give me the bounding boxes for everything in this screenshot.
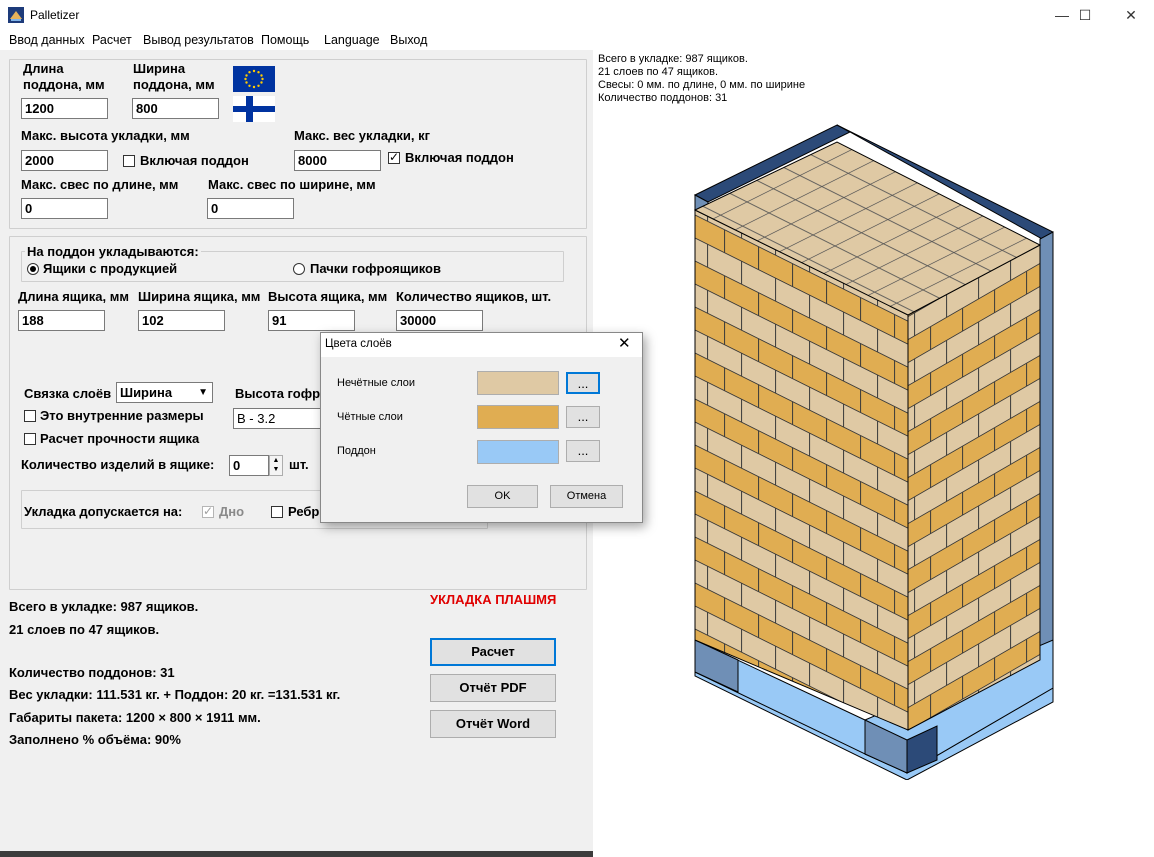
odd-color-swatch: [477, 371, 559, 395]
box-height-label: Высота ящика, мм: [268, 289, 388, 304]
menu-output[interactable]: Вывод результатов: [143, 33, 254, 47]
pallet-3d-preview: [693, 124, 1054, 780]
radio-packs[interactable]: [293, 263, 305, 275]
incl-pallet-height-label: Включая поддон: [140, 153, 249, 168]
radio-boxes-label: Ящики с продукцией: [43, 261, 178, 276]
fin-pallet-icon[interactable]: [233, 96, 275, 122]
info-total: Всего в укладке: 987 ящиков.: [598, 53, 748, 65]
overhang-width-input[interactable]: 0: [207, 198, 294, 219]
radio-boxes[interactable]: [27, 263, 39, 275]
dialog-title: Цвета слоёв: [325, 338, 392, 350]
odd-layers-label: Нечётные слои: [337, 377, 416, 389]
items-spinner[interactable]: ▲ ▼: [269, 455, 283, 476]
box-count-label: Количество ящиков, шт.: [396, 289, 552, 304]
window-title: Palletizer: [30, 8, 80, 22]
load-type-label: На поддон укладываются:: [25, 244, 201, 259]
layer-tie-label: Связка слоёв: [24, 386, 112, 401]
pallet-length-input[interactable]: 1200: [21, 98, 108, 119]
placement-label: Укладка допускается на:: [24, 504, 183, 519]
incl-pallet-weight-checkbox[interactable]: [388, 150, 400, 164]
info-overhang: Свесы: 0 мм. по длине, 0 мм. по ширине: [598, 79, 806, 91]
pallet-pick-button[interactable]: ...: [566, 440, 600, 462]
box-height-input[interactable]: 91: [268, 310, 355, 331]
app-icon: [8, 7, 24, 23]
maximize-button[interactable]: ☐: [1062, 0, 1108, 31]
result-dims: Габариты пакета: 1200 × 800 × 1911 мм.: [9, 710, 261, 725]
info-layers: 21 слоев по 47 ящиков.: [598, 66, 718, 78]
pallet-color-label: Поддон: [337, 445, 376, 457]
calc-button[interactable]: Расчет: [430, 638, 556, 666]
flute-label: Высота гофр: [235, 386, 321, 401]
strength-checkbox[interactable]: [24, 433, 36, 445]
result-total: Всего в укладке: 987 ящиков.: [9, 599, 199, 614]
word-report-button[interactable]: Отчёт Word: [430, 710, 556, 738]
close-button[interactable]: ✕: [1108, 0, 1154, 31]
chevron-down-icon: ▼: [198, 387, 208, 398]
items-unit: шт.: [289, 457, 309, 472]
even-pick-button[interactable]: ...: [566, 406, 600, 428]
bottom-strip: [0, 851, 593, 857]
overhang-width-label: Макс. свес по ширине, мм: [208, 177, 376, 192]
box-width-input[interactable]: 102: [138, 310, 225, 331]
menu-calc[interactable]: Расчет: [92, 33, 132, 47]
title-bar: Palletizer — ☐ ✕: [0, 0, 1154, 31]
maximize-icon: ☐: [1078, 7, 1092, 23]
incl-pallet-height-checkbox[interactable]: [123, 155, 135, 167]
eu-flag-icon[interactable]: [233, 66, 275, 92]
bottom-label: Дно: [219, 504, 245, 519]
box-length-input[interactable]: 188: [18, 310, 105, 331]
result-weight: Вес укладки: 111.531 кг. + Поддон: 20 кг…: [9, 687, 341, 702]
pallet-color-swatch: [477, 440, 559, 464]
box-width-label: Ширина ящика, мм: [138, 289, 261, 304]
box-count-input[interactable]: 30000: [396, 310, 483, 331]
edge-checkbox[interactable]: [271, 506, 283, 518]
menu-language[interactable]: Language: [324, 33, 380, 47]
pallet-width-input[interactable]: 800: [132, 98, 219, 119]
layer-colors-dialog: Цвета слоёв ✕ Нечётные слои ... Чётные с…: [320, 332, 643, 523]
max-weight-input[interactable]: 8000: [294, 150, 381, 171]
items-label: Количество изделий в ящике:: [21, 457, 215, 472]
items-input[interactable]: 0: [229, 455, 269, 476]
result-layers: 21 слоев по 47 ящиков.: [9, 622, 160, 637]
pallet-width-label: Ширина поддона, мм: [133, 61, 215, 92]
bottom-checkbox[interactable]: [202, 504, 214, 518]
overhang-length-label: Макс. свес по длине, мм: [21, 177, 179, 192]
dialog-ok-button[interactable]: OK: [467, 485, 538, 508]
box-length-label: Длина ящика, мм: [18, 289, 129, 304]
menu-data-input[interactable]: Ввод данных: [9, 33, 85, 47]
max-height-input[interactable]: 2000: [21, 150, 108, 171]
max-weight-label: Макс. вес укладки, кг: [294, 128, 431, 143]
even-layers-label: Чётные слои: [337, 411, 403, 423]
strength-label: Расчет прочности ящика: [40, 431, 200, 446]
overhang-length-input[interactable]: 0: [21, 198, 108, 219]
inner-dims-checkbox[interactable]: [24, 410, 36, 422]
odd-pick-button[interactable]: ...: [566, 372, 600, 394]
menu-help[interactable]: Помощь: [261, 33, 309, 47]
edge-label: Ребр: [288, 504, 320, 519]
info-pallets: Количество поддонов: 31: [598, 92, 728, 104]
dialog-cancel-button[interactable]: Отмена: [550, 485, 623, 508]
inner-dims-label: Это внутренние размеры: [40, 408, 204, 423]
result-pallets: Количество поддонов: 31: [9, 665, 175, 680]
dialog-close-icon[interactable]: ✕: [618, 334, 631, 352]
pdf-report-button[interactable]: Отчёт PDF: [430, 674, 556, 702]
flute-select[interactable]: B - 3.2: [233, 408, 323, 429]
layer-tie-select[interactable]: Ширина ▼: [116, 382, 213, 403]
incl-pallet-weight-label: Включая поддон: [405, 150, 514, 165]
layer-tie-value: Ширина: [120, 385, 173, 400]
close-icon: ✕: [1125, 7, 1137, 23]
pallet-length-label: Длина поддона, мм: [23, 61, 105, 92]
flat-notice: УКЛАДКА ПЛАШМЯ: [430, 592, 557, 607]
menu-exit[interactable]: Выход: [390, 33, 427, 47]
result-fill: Заполнено % объёма: 90%: [9, 732, 181, 747]
even-color-swatch: [477, 405, 559, 429]
max-height-label: Макс. высота укладки, мм: [21, 128, 190, 143]
radio-packs-label: Пачки гофроящиков: [310, 261, 441, 276]
